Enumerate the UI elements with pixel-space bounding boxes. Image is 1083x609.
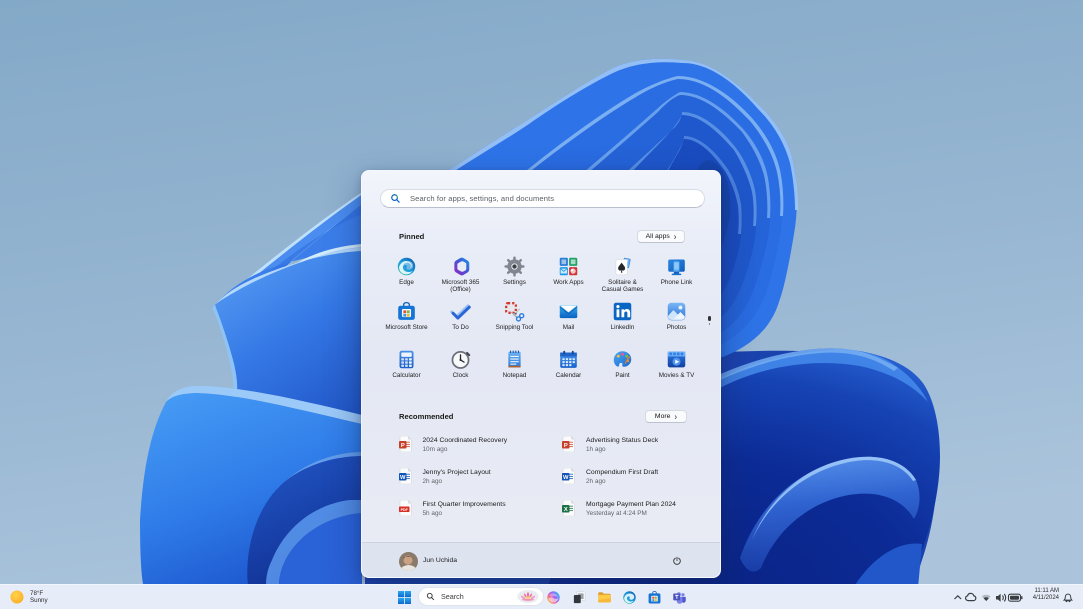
- svg-text:W: W: [563, 475, 569, 481]
- svg-text:P: P: [400, 443, 404, 449]
- svg-text:P: P: [564, 443, 568, 449]
- svg-text:W: W: [400, 475, 406, 481]
- svg-text:PDF: PDF: [400, 508, 408, 512]
- svg-text:X: X: [564, 507, 568, 513]
